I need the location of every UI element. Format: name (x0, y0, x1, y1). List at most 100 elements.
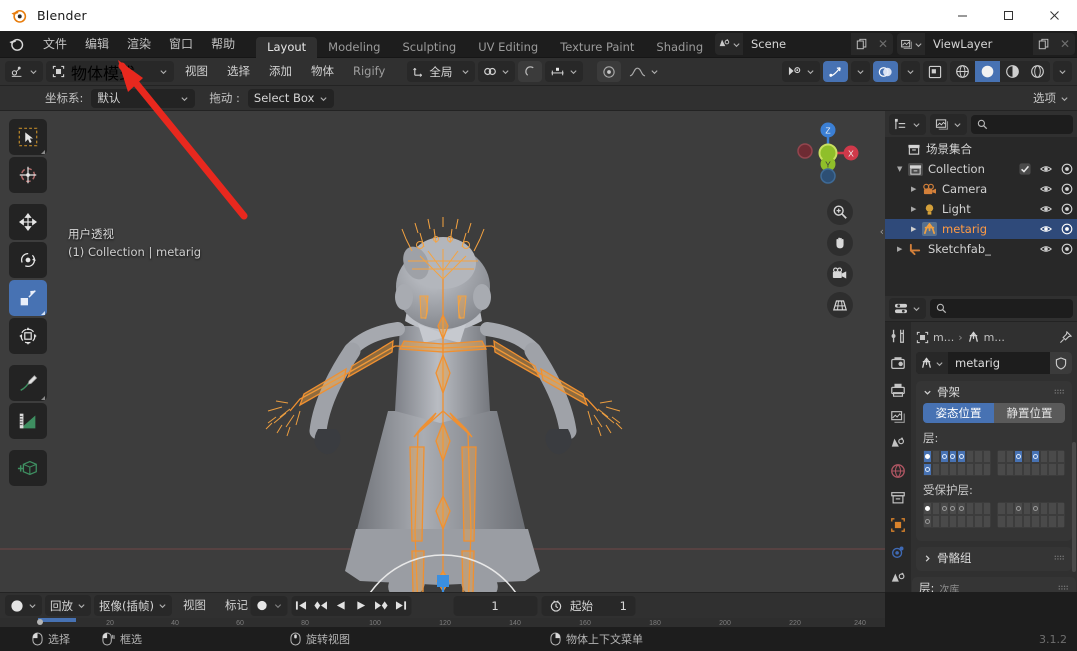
layer-cell[interactable] (1006, 450, 1015, 463)
layer-cell[interactable] (974, 515, 983, 528)
layer-cell[interactable] (1040, 502, 1049, 515)
eye-icon[interactable] (1040, 163, 1052, 175)
layer-cell[interactable] (1057, 515, 1066, 528)
eye-icon[interactable] (1040, 203, 1052, 215)
breadcrumb-object[interactable]: m... (933, 331, 954, 344)
camera-view-icon[interactable] (827, 261, 853, 287)
menu-window[interactable]: 窗口 (160, 31, 202, 58)
layer-cell[interactable] (1006, 463, 1015, 476)
drag-action-dropdown[interactable]: Select Box (248, 89, 334, 108)
armature-datablock-name[interactable]: metarig (948, 356, 1050, 370)
scene-name[interactable]: Scene (743, 33, 851, 55)
cursor-tool[interactable] (9, 157, 47, 193)
scene-icon[interactable] (715, 33, 743, 55)
jump-start-icon[interactable] (291, 596, 311, 616)
menu-help[interactable]: 帮助 (202, 31, 244, 58)
properties-scrollbar[interactable] (1072, 442, 1076, 572)
outliner-search-input[interactable] (971, 115, 1073, 134)
layer-cell[interactable] (1023, 502, 1032, 515)
camera-render-icon[interactable] (1061, 163, 1073, 175)
expand-arrow-icon[interactable]: ▶ (911, 185, 922, 193)
layer-cell[interactable] (1031, 463, 1040, 476)
camera-render-icon[interactable] (1061, 243, 1073, 255)
maximize-button[interactable] (985, 0, 1031, 31)
layer-cell[interactable] (983, 502, 992, 515)
viewlayer-icon[interactable] (897, 33, 925, 55)
tab-shading[interactable]: Shading (645, 37, 714, 58)
layer-cell[interactable] (940, 502, 949, 515)
gizmo-dropdown[interactable] (851, 61, 870, 82)
prev-keyframe-icon[interactable] (311, 596, 331, 616)
outliner-row-scene-collection[interactable]: 场景集合 (885, 139, 1077, 159)
checkbox-icon[interactable] (1019, 163, 1031, 175)
layer-cell[interactable] (1040, 515, 1049, 528)
snap-toggle[interactable] (478, 61, 515, 82)
menu-keying[interactable]: 抠像(插帧) (94, 595, 172, 616)
layer-cell[interactable] (1014, 450, 1023, 463)
layer-cell[interactable] (940, 450, 949, 463)
menu-rigify[interactable]: Rigify (345, 61, 393, 82)
layer-cell[interactable] (949, 515, 958, 528)
menu-select[interactable]: 选择 (219, 61, 258, 82)
tab-layout[interactable]: Layout (256, 37, 317, 58)
layer-group-left-top[interactable] (923, 450, 991, 476)
current-frame-field[interactable]: 1 (453, 596, 537, 616)
layer-cell[interactable] (983, 463, 992, 476)
pan-hand-icon[interactable] (827, 230, 853, 256)
outliner-row-light[interactable]: ▶ Light (885, 199, 1077, 219)
tab-tool-icon[interactable] (888, 328, 908, 344)
tab-uv-editing[interactable]: UV Editing (467, 37, 549, 58)
tab-texture-paint[interactable]: Texture Paint (549, 37, 645, 58)
layer-cell[interactable] (932, 515, 941, 528)
layer-cell[interactable] (1031, 515, 1040, 528)
layer-cell[interactable] (1057, 450, 1066, 463)
layer-cell[interactable] (974, 450, 983, 463)
frame-start-field[interactable]: 起始 1 (541, 596, 635, 616)
jump-end-icon[interactable] (391, 596, 411, 616)
sidebar-collapse-arrow[interactable]: ‹ (880, 225, 884, 238)
transform-orientation-dropdown[interactable]: 全局 (407, 61, 475, 82)
rest-position-button[interactable]: 静置位置 (994, 403, 1065, 423)
eye-icon[interactable] (1040, 223, 1052, 235)
annotate-tool[interactable] (9, 365, 47, 401)
layer-cell[interactable] (923, 502, 932, 515)
minimize-button[interactable] (939, 0, 985, 31)
expand-arrow-icon[interactable]: ▶ (897, 245, 908, 253)
options-dropdown[interactable]: 选项 (1033, 90, 1069, 106)
layer-cell[interactable] (949, 463, 958, 476)
layer-cell[interactable] (1006, 515, 1015, 528)
layer-cell[interactable] (1040, 463, 1049, 476)
expand-arrow-icon[interactable]: ▶ (911, 205, 922, 213)
layer-cell[interactable] (983, 450, 992, 463)
expand-arrow-icon[interactable]: ▼ (897, 165, 908, 173)
layer-cell[interactable] (1023, 450, 1032, 463)
layer-cell[interactable] (974, 463, 983, 476)
play-reverse-icon[interactable] (331, 596, 351, 616)
menu-add[interactable]: 添加 (261, 61, 300, 82)
layer-cell[interactable] (957, 515, 966, 528)
scene-copy-icon[interactable] (851, 33, 873, 55)
pose-position-button[interactable]: 姿态位置 (923, 403, 994, 423)
timeline-editor-icon[interactable] (5, 595, 42, 616)
layer-cell[interactable] (1006, 502, 1015, 515)
editor-type-button[interactable] (5, 61, 43, 82)
eye-icon[interactable] (1040, 183, 1052, 195)
coordinate-system-dropdown[interactable]: 默认 (91, 89, 195, 108)
layer-cell[interactable] (940, 515, 949, 528)
layer-cell[interactable] (997, 463, 1006, 476)
shading-material[interactable] (1000, 61, 1025, 82)
layer-cell[interactable] (949, 450, 958, 463)
pin-icon[interactable] (1059, 331, 1072, 344)
snap-element-dropdown[interactable] (545, 61, 583, 82)
tab-output-icon[interactable] (888, 382, 908, 398)
layer-cell[interactable] (1014, 463, 1023, 476)
layer-cell[interactable] (966, 463, 975, 476)
close-button[interactable] (1031, 0, 1077, 31)
add-cube-tool[interactable] (9, 450, 47, 486)
outliner-row-collection[interactable]: ▼ Collection (885, 159, 1077, 179)
layer-cell[interactable] (923, 450, 932, 463)
layer-cell[interactable] (1014, 502, 1023, 515)
expand-arrow-icon[interactable]: ▶ (911, 225, 922, 233)
layer-cell[interactable] (1014, 515, 1023, 528)
layer-cell[interactable] (932, 463, 941, 476)
